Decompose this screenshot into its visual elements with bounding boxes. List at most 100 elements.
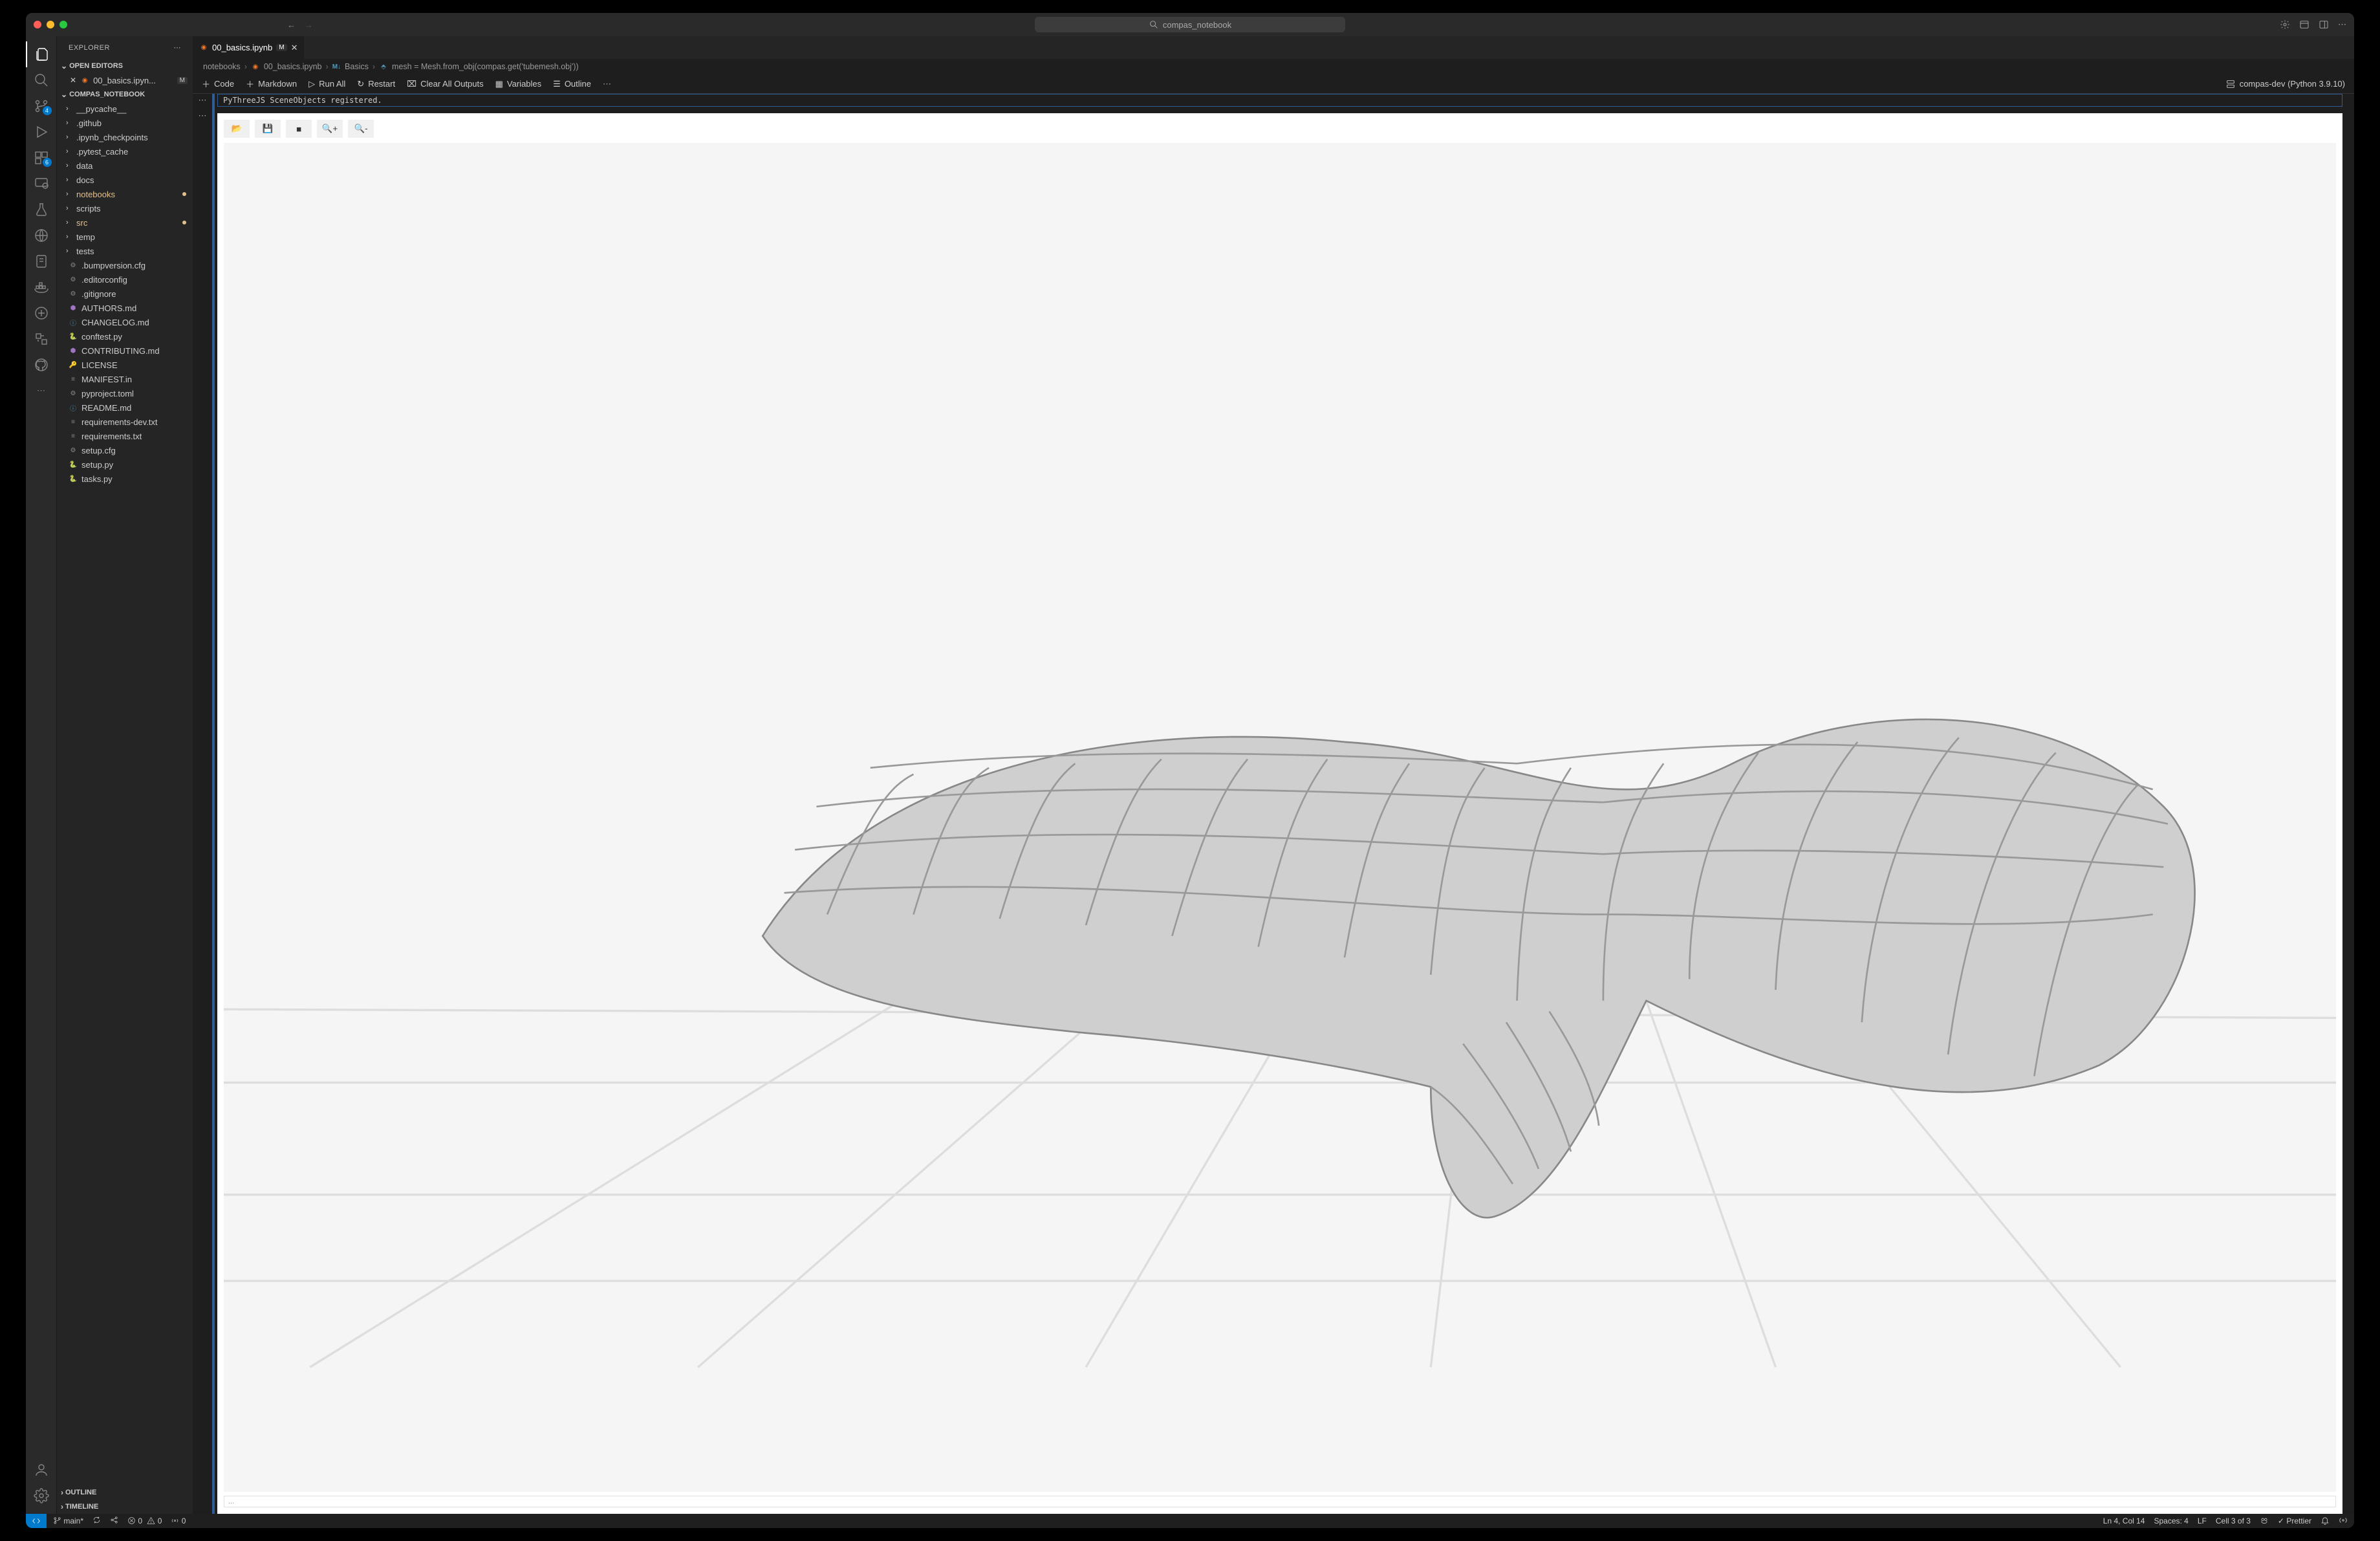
branch-indicator[interactable]: main* [53, 1516, 83, 1525]
stop-button[interactable]: ■ [286, 120, 312, 138]
eol-indicator[interactable]: LF [2198, 1516, 2207, 1525]
activity-liveshare[interactable] [26, 300, 57, 326]
folder-notebooks[interactable]: ›notebooks [57, 187, 193, 201]
breadcrumb-part[interactable]: Basics [345, 62, 369, 71]
clear-outputs-button[interactable]: ⌧Clear All Outputs [407, 79, 484, 89]
activity-search[interactable] [26, 67, 57, 93]
indent-indicator[interactable]: Spaces: 4 [2154, 1516, 2188, 1525]
plus-icon: ＋ [202, 78, 210, 90]
feedback-button[interactable] [2339, 1516, 2348, 1527]
cell-collapse-icon[interactable]: ⋯ [199, 111, 207, 121]
activity-source-control[interactable]: 4 [26, 93, 57, 119]
activity-testing[interactable] [26, 197, 57, 223]
breadcrumbs[interactable]: notebooks › ◉ 00_basics.ipynb › M↓ Basic… [193, 59, 2354, 74]
file-conftest.py[interactable]: 🐍conftest.py [57, 329, 193, 344]
sync-button[interactable] [92, 1516, 101, 1526]
problems-indicator[interactable]: 0 0 [127, 1516, 162, 1525]
file-MANIFEST.in[interactable]: ≡MANIFEST.in [57, 372, 193, 386]
file-.editorconfig[interactable]: ⚙.editorconfig [57, 272, 193, 287]
folder-scripts[interactable]: ›scripts [57, 201, 193, 215]
file-tasks.py[interactable]: 🐍tasks.py [57, 472, 193, 486]
folder-.github[interactable]: ›.github [57, 116, 193, 130]
add-code-button[interactable]: ＋Code [202, 78, 234, 90]
cell-indicator[interactable]: Cell 3 of 3 [2216, 1516, 2251, 1525]
tab-00-basics[interactable]: ◉ 00_basics.ipynb M ✕ [193, 36, 305, 59]
breadcrumb-part[interactable]: notebooks [203, 62, 241, 71]
file-LICENSE[interactable]: 🔑LICENSE [57, 358, 193, 372]
activity-more[interactable]: ⋯ [26, 378, 57, 404]
restart-button[interactable]: ↻Restart [357, 79, 395, 89]
3d-viewport[interactable] [224, 143, 2336, 1492]
notifications-button[interactable] [2320, 1516, 2330, 1527]
license-icon: 🔑 [69, 360, 78, 369]
activity-extensions[interactable]: 6 [26, 145, 57, 171]
command-search[interactable]: compas_notebook [1035, 17, 1345, 32]
folder-docs[interactable]: ›docs [57, 173, 193, 187]
folder-src[interactable]: ›src [57, 215, 193, 230]
copilot-indicator[interactable] [2260, 1516, 2269, 1527]
ports-indicator[interactable]: 0 [171, 1516, 186, 1525]
open-editors-header[interactable]: ⌄ OPEN EDITORS [57, 59, 193, 73]
titlebar-more-icon[interactable]: ⋯ [2338, 19, 2346, 30]
breadcrumb-part[interactable]: mesh = Mesh.from_obj(compas.get('tubemes… [392, 62, 579, 71]
remote-indicator[interactable] [26, 1514, 47, 1528]
activity-settings[interactable] [26, 1483, 57, 1509]
prettier-indicator[interactable]: ✓ Prettier [2278, 1516, 2311, 1525]
activity-explorer[interactable] [26, 41, 57, 67]
outline-header[interactable]: › OUTLINE [57, 1485, 193, 1500]
activity-containers[interactable] [26, 326, 57, 352]
folder-__pycache__[interactable]: ›__pycache__ [57, 102, 193, 116]
close-icon[interactable]: ✕ [291, 43, 298, 53]
close-window-button[interactable] [34, 21, 41, 28]
file-.bumpversion.cfg[interactable]: ⚙.bumpversion.cfg [57, 258, 193, 272]
outline-button[interactable]: ☰Outline [553, 79, 591, 89]
open-editor-item[interactable]: ✕ ◉ 00_basics.ipyn... M [57, 73, 193, 87]
variables-button[interactable]: ▦Variables [495, 79, 542, 89]
activity-run-debug[interactable] [26, 119, 57, 145]
file-pyproject.toml[interactable]: ⚙pyproject.toml [57, 386, 193, 400]
project-header[interactable]: ⌄ COMPAS_NOTEBOOK [57, 87, 193, 102]
sidebar-more-icon[interactable]: ⋯ [174, 43, 182, 52]
timeline-header[interactable]: › TIMELINE [57, 1500, 193, 1514]
activity-account[interactable] [26, 1457, 57, 1483]
minimize-window-button[interactable] [47, 21, 54, 28]
close-icon[interactable]: ✕ [70, 76, 76, 85]
panel-toggle-icon[interactable] [2319, 19, 2329, 30]
file-AUTHORS.md[interactable]: ⬢AUTHORS.md [57, 301, 193, 315]
toolbar-more-icon[interactable]: ⋯ [603, 79, 611, 89]
forward-button[interactable]: → [305, 20, 313, 30]
zoom-out-button[interactable]: 🔍- [348, 120, 374, 138]
folder-data[interactable]: ›data [57, 158, 193, 173]
kernel-selector[interactable]: compas-dev (Python 3.9.10) [2225, 79, 2345, 89]
add-markdown-button[interactable]: ＋Markdown [246, 78, 297, 90]
activity-notes[interactable] [26, 248, 57, 274]
file-CHANGELOG.md[interactable]: ⓘCHANGELOG.md [57, 315, 193, 329]
breadcrumb-part[interactable]: 00_basics.ipynb [264, 62, 322, 71]
cell-collapse-icon[interactable]: ⋯ [199, 95, 207, 105]
activity-github[interactable] [26, 352, 57, 378]
cursor-position[interactable]: Ln 4, Col 14 [2103, 1516, 2145, 1525]
file-requirements-dev.txt[interactable]: ≡requirements-dev.txt [57, 415, 193, 429]
run-all-button[interactable]: ▷Run All [308, 79, 345, 89]
open-button[interactable]: 📂 [224, 120, 250, 138]
file-setup.py[interactable]: 🐍setup.py [57, 457, 193, 472]
folder-.pytest_cache[interactable]: ›.pytest_cache [57, 144, 193, 158]
folder-temp[interactable]: ›temp [57, 230, 193, 244]
activity-remote[interactable] [26, 171, 57, 197]
save-button[interactable]: 💾 [255, 120, 281, 138]
file-.gitignore[interactable]: ⚙.gitignore [57, 287, 193, 301]
zoom-in-button[interactable]: 🔍+ [317, 120, 343, 138]
maximize-window-button[interactable] [60, 21, 67, 28]
folder-.ipynb_checkpoints[interactable]: ›.ipynb_checkpoints [57, 130, 193, 144]
back-button[interactable]: ← [287, 20, 296, 30]
file-requirements.txt[interactable]: ≡requirements.txt [57, 429, 193, 443]
file-setup.cfg[interactable]: ⚙setup.cfg [57, 443, 193, 457]
activity-misc1[interactable] [26, 223, 57, 248]
folder-tests[interactable]: ›tests [57, 244, 193, 258]
share-button[interactable] [110, 1516, 118, 1526]
file-CONTRIBUTING.md[interactable]: ⬢CONTRIBUTING.md [57, 344, 193, 358]
layout-toggle-icon[interactable] [2299, 19, 2310, 30]
file-README.md[interactable]: ⓘREADME.md [57, 400, 193, 415]
settings-gear-icon[interactable] [2280, 19, 2290, 30]
activity-docker[interactable] [26, 274, 57, 300]
